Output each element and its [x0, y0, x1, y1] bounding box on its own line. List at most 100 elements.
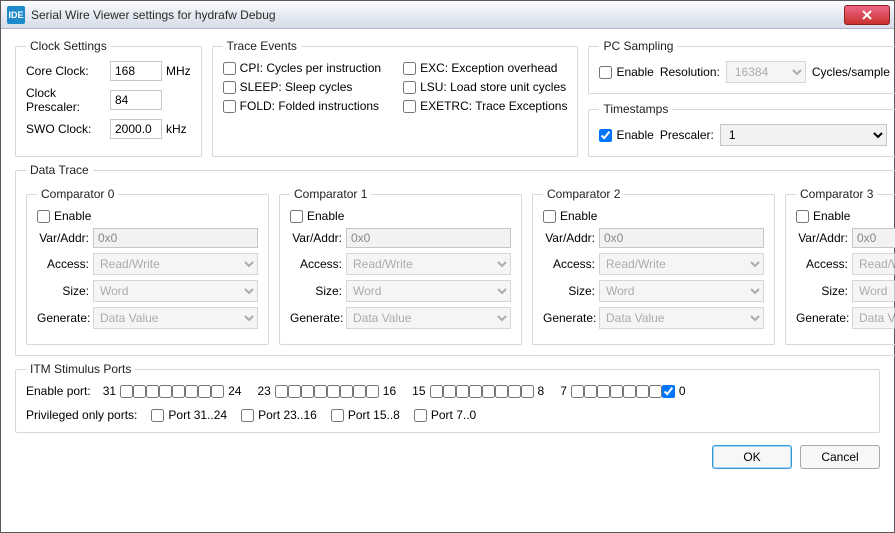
comp0-var-input[interactable] [93, 228, 258, 248]
comp1-size-select[interactable]: Word [346, 280, 511, 302]
comp1-gen-select[interactable]: Data Value [346, 307, 511, 329]
comp2-var-input[interactable] [599, 228, 764, 248]
port-10[interactable] [495, 385, 508, 398]
port-0[interactable] [662, 385, 675, 398]
comp0-enable-checkbox[interactable] [37, 210, 50, 223]
priv-31-24-checkbox[interactable] [151, 409, 164, 422]
port-4[interactable] [610, 385, 623, 398]
port-3[interactable] [623, 385, 636, 398]
enable-port-label: Enable port: [26, 384, 91, 398]
priv-7-0-checkbox[interactable] [414, 409, 427, 422]
data-trace-group: Data Trace Comparator 0 Enable Var/Addr:… [15, 163, 895, 356]
port-18[interactable] [340, 385, 353, 398]
trace-legend: Trace Events [223, 39, 301, 53]
pc-legend: PC Sampling [599, 39, 677, 53]
port-16[interactable] [366, 385, 379, 398]
comp2-enable-checkbox[interactable] [543, 210, 556, 223]
exc-checkbox[interactable] [403, 62, 416, 75]
comp3-enable-checkbox[interactable] [796, 210, 809, 223]
port-24[interactable] [211, 385, 224, 398]
port-15[interactable] [430, 385, 443, 398]
ts-enable-label: Enable [616, 128, 653, 142]
comp2-gen-select[interactable]: Data Value [599, 307, 764, 329]
priv-ports-label: Privileged only ports: [26, 408, 137, 422]
dialog-footer: OK Cancel [15, 439, 880, 469]
prescaler-label: Clock Prescaler: [26, 86, 106, 114]
port-30[interactable] [133, 385, 146, 398]
priv-23-16-checkbox[interactable] [241, 409, 254, 422]
priv-15-8-checkbox[interactable] [331, 409, 344, 422]
title-bar: IDE Serial Wire Viewer settings for hydr… [1, 1, 894, 29]
pc-resolution-select[interactable]: 16384 [726, 61, 806, 83]
ok-button[interactable]: OK [712, 445, 792, 469]
cancel-button[interactable]: Cancel [800, 445, 880, 469]
comp3-access-select[interactable]: Read/Write [852, 253, 895, 275]
lsu-checkbox[interactable] [403, 81, 416, 94]
cpi-checkbox[interactable] [223, 62, 236, 75]
pc-enable-checkbox[interactable] [599, 66, 612, 79]
port-2[interactable] [636, 385, 649, 398]
port-group-15-8: 15 8 [408, 384, 548, 398]
comp0-access-select[interactable]: Read/Write [93, 253, 258, 275]
port-13[interactable] [456, 385, 469, 398]
port-26[interactable] [185, 385, 198, 398]
swo-clock-label: SWO Clock: [26, 122, 106, 136]
ts-legend: Timestamps [599, 102, 672, 116]
fold-label: FOLD: Folded instructions [240, 99, 379, 113]
comp3-gen-select[interactable]: Data Value [852, 307, 895, 329]
ts-prescaler-label: Prescaler: [660, 128, 714, 142]
port-28[interactable] [159, 385, 172, 398]
comp0-gen-select[interactable]: Data Value [93, 307, 258, 329]
port-21[interactable] [301, 385, 314, 398]
prescaler-input[interactable] [110, 90, 162, 110]
port-25[interactable] [198, 385, 211, 398]
datatrace-legend: Data Trace [26, 163, 93, 177]
port-17[interactable] [353, 385, 366, 398]
comp2-access-select[interactable]: Read/Write [599, 253, 764, 275]
swo-clock-unit: kHz [166, 122, 187, 136]
comp0-size-select[interactable]: Word [93, 280, 258, 302]
port-22[interactable] [288, 385, 301, 398]
comp1-var-input[interactable] [346, 228, 511, 248]
window-title: Serial Wire Viewer settings for hydrafw … [31, 8, 844, 22]
port-7[interactable] [571, 385, 584, 398]
comp3-size-select[interactable]: Word [852, 280, 895, 302]
port-19[interactable] [327, 385, 340, 398]
ts-prescaler-select[interactable]: 1 [720, 124, 888, 146]
comparator-2: Comparator 2 Enable Var/Addr: Access:Rea… [532, 187, 775, 345]
clock-legend: Clock Settings [26, 39, 111, 53]
comparator-3: Comparator 3 Enable Var/Addr: Access:Rea… [785, 187, 895, 345]
port-5[interactable] [597, 385, 610, 398]
comp1-enable-checkbox[interactable] [290, 210, 303, 223]
port-6[interactable] [584, 385, 597, 398]
lsu-label: LSU: Load store unit cycles [420, 80, 566, 94]
port-20[interactable] [314, 385, 327, 398]
sleep-checkbox[interactable] [223, 81, 236, 94]
close-button[interactable] [844, 5, 890, 25]
comp3-var-input[interactable] [852, 228, 895, 248]
port-12[interactable] [469, 385, 482, 398]
fold-checkbox[interactable] [223, 100, 236, 113]
comp1-access-select[interactable]: Read/Write [346, 253, 511, 275]
pc-unit-label: Cycles/sample [812, 65, 890, 79]
port-9[interactable] [508, 385, 521, 398]
port-27[interactable] [172, 385, 185, 398]
port-31[interactable] [120, 385, 133, 398]
port-group-7-0: 7 0 [556, 384, 689, 398]
port-group-23-16: 23 16 [253, 384, 400, 398]
exetrc-checkbox[interactable] [403, 100, 416, 113]
port-11[interactable] [482, 385, 495, 398]
swo-clock-input[interactable] [110, 119, 162, 139]
comp2-size-select[interactable]: Word [599, 280, 764, 302]
itm-ports-group: ITM Stimulus Ports Enable port: 31 24 23… [15, 362, 880, 433]
core-clock-input[interactable] [110, 61, 162, 81]
port-14[interactable] [443, 385, 456, 398]
port-1[interactable] [649, 385, 662, 398]
pc-enable-label: Enable [616, 65, 653, 79]
port-23[interactable] [275, 385, 288, 398]
pc-resolution-label: Resolution: [660, 65, 720, 79]
port-8[interactable] [521, 385, 534, 398]
port-29[interactable] [146, 385, 159, 398]
ts-enable-checkbox[interactable] [599, 129, 612, 142]
core-clock-unit: MHz [166, 64, 191, 78]
